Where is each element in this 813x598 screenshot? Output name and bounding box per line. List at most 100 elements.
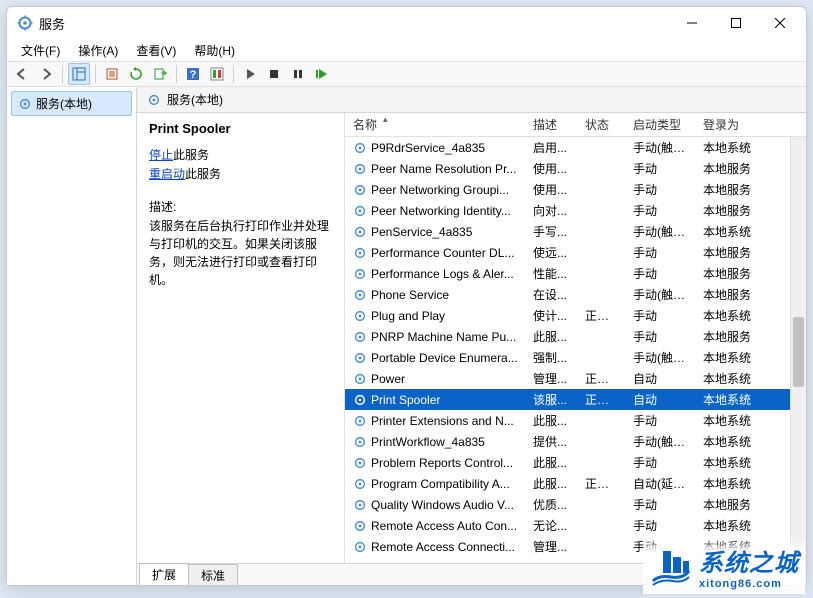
cell-startup: 手动: [625, 517, 695, 534]
main-header-title: 服务(本地): [167, 91, 223, 108]
col-header-startup[interactable]: 启动类型: [625, 113, 695, 136]
table-row[interactable]: Plug and Play使计...正在...手动本地系统: [345, 305, 790, 326]
table-row[interactable]: Phone Service在设...手动(触发...本地服务: [345, 284, 790, 305]
separator-icon: [62, 65, 63, 83]
table-row[interactable]: P9RdrService_4a835启用...手动(触发...本地系统: [345, 137, 790, 158]
watermark-sub: xitong86.com: [699, 578, 799, 590]
restart-service-button[interactable]: [311, 63, 333, 85]
cell-desc: 此服...: [525, 475, 577, 492]
cell-name: Problem Reports Control...: [371, 456, 513, 470]
table-row[interactable]: Remote Access Auto Con...无论...手动本地系统: [345, 515, 790, 536]
cell-desc: 此服...: [525, 412, 577, 429]
table-row[interactable]: Performance Counter DL...使远...手动本地服务: [345, 242, 790, 263]
help-button[interactable]: ?: [182, 63, 204, 85]
cell-logon: 本地系统: [695, 349, 765, 366]
table-body: P9RdrService_4a835启用...手动(触发...本地系统Peer …: [345, 137, 790, 563]
col-header-desc[interactable]: 描述: [525, 113, 577, 136]
table-row[interactable]: PenService_4a835手写...手动(触发...本地系统: [345, 221, 790, 242]
cell-status: 正在...: [577, 391, 625, 408]
cell-name: Power: [371, 372, 405, 386]
nav-item-services-local[interactable]: 服务(本地): [11, 91, 132, 116]
export-button[interactable]: [149, 63, 171, 85]
table-row[interactable]: Quality Windows Audio V...优质...手动本地服务: [345, 494, 790, 515]
stop-service-link[interactable]: 停止: [149, 148, 173, 162]
table-row[interactable]: Printer Extensions and N...此服...手动本地系统: [345, 410, 790, 431]
cell-logon: 本地系统: [695, 433, 765, 450]
close-button[interactable]: [758, 9, 802, 37]
cell-desc: 该服...: [525, 391, 577, 408]
cell-desc: 使用...: [525, 160, 577, 177]
restart-suffix: 此服务: [185, 167, 221, 181]
cell-startup: 自动(延迟...: [625, 475, 695, 492]
col-header-logon[interactable]: 登录为: [695, 113, 765, 136]
properties-button[interactable]: [101, 63, 123, 85]
table-row[interactable]: Print Spooler该服...正在...自动本地系统: [345, 389, 790, 410]
titlebar: 服务: [7, 7, 806, 39]
forward-button[interactable]: [35, 63, 57, 85]
table-row[interactable]: Peer Name Resolution Pr...使用...手动本地服务: [345, 158, 790, 179]
back-button[interactable]: [11, 63, 33, 85]
table-row[interactable]: Peer Networking Groupi...使用...手动本地服务: [345, 179, 790, 200]
service-icon: [353, 456, 367, 470]
cell-startup: 自动: [625, 391, 695, 408]
cell-desc: 手写...: [525, 223, 577, 240]
service-icon: [353, 288, 367, 302]
service-icon: [353, 351, 367, 365]
menu-view[interactable]: 查看(V): [128, 41, 184, 60]
menubar: 文件(F) 操作(A) 查看(V) 帮助(H): [7, 39, 806, 61]
pause-service-button[interactable]: [287, 63, 309, 85]
menu-help[interactable]: 帮助(H): [186, 41, 243, 60]
start-service-button[interactable]: [239, 63, 261, 85]
table-row[interactable]: Power管理...正在...自动本地系统: [345, 368, 790, 389]
cell-desc: 管理...: [525, 370, 577, 387]
col-header-status[interactable]: 状态: [577, 113, 625, 136]
menu-action[interactable]: 操作(A): [70, 41, 126, 60]
cell-startup: 手动: [625, 202, 695, 219]
cell-logon: 本地服务: [695, 160, 765, 177]
watermark-main: 系统之城: [699, 543, 799, 578]
minimize-button[interactable]: [670, 9, 714, 37]
separator-icon: [176, 65, 177, 83]
menu-file[interactable]: 文件(F): [13, 41, 68, 60]
table-row[interactable]: Portable Device Enumera...强制...手动(触发...本…: [345, 347, 790, 368]
separator-icon: [95, 65, 96, 83]
refresh-button[interactable]: [125, 63, 147, 85]
maximize-button[interactable]: [714, 9, 758, 37]
cell-logon: 本地服务: [695, 286, 765, 303]
show-tree-button[interactable]: [68, 63, 90, 85]
cell-logon: 本地系统: [695, 391, 765, 408]
cell-name: Program Compatibility A...: [371, 477, 510, 491]
control-button[interactable]: [206, 63, 228, 85]
separator-icon: [233, 65, 234, 83]
vertical-scrollbar[interactable]: [790, 137, 806, 563]
svg-text:?: ?: [190, 69, 197, 81]
service-icon: [353, 540, 367, 554]
table-row[interactable]: Program Compatibility A...此服...正在...自动(延…: [345, 473, 790, 494]
table-row[interactable]: PNRP Machine Name Pu...此服...手动本地服务: [345, 326, 790, 347]
restart-service-line: 重启动此服务: [149, 165, 332, 184]
cell-name: Plug and Play: [371, 309, 445, 323]
service-icon: [353, 267, 367, 281]
selected-service-title: Print Spooler: [149, 121, 332, 136]
table-row[interactable]: Peer Networking Identity...向对...手动本地服务: [345, 200, 790, 221]
stop-service-button[interactable]: [263, 63, 285, 85]
col-header-name[interactable]: 名称▴: [345, 113, 525, 136]
restart-service-link[interactable]: 重启动: [149, 167, 185, 181]
window-controls: [670, 9, 802, 37]
cell-logon: 本地系统: [695, 517, 765, 534]
scrollbar-thumb[interactable]: [793, 317, 804, 387]
table-row[interactable]: Problem Reports Control...此服...手动本地系统: [345, 452, 790, 473]
cell-startup: 手动: [625, 244, 695, 261]
tab-extended[interactable]: 扩展: [139, 563, 189, 585]
cell-desc: 使计...: [525, 307, 577, 324]
cell-logon: 本地系统: [695, 475, 765, 492]
table-row[interactable]: Performance Logs & Aler...性能...手动本地服务: [345, 263, 790, 284]
service-icon: [353, 225, 367, 239]
watermark: 系统之城 xitong86.com: [643, 539, 805, 594]
cell-name: Phone Service: [371, 288, 449, 302]
cell-name: Performance Counter DL...: [371, 246, 514, 260]
cell-desc: 在设...: [525, 286, 577, 303]
cell-name: Portable Device Enumera...: [371, 351, 518, 365]
table-row[interactable]: PrintWorkflow_4a835提供...手动(触发...本地系统: [345, 431, 790, 452]
tab-standard[interactable]: 标准: [188, 564, 238, 585]
